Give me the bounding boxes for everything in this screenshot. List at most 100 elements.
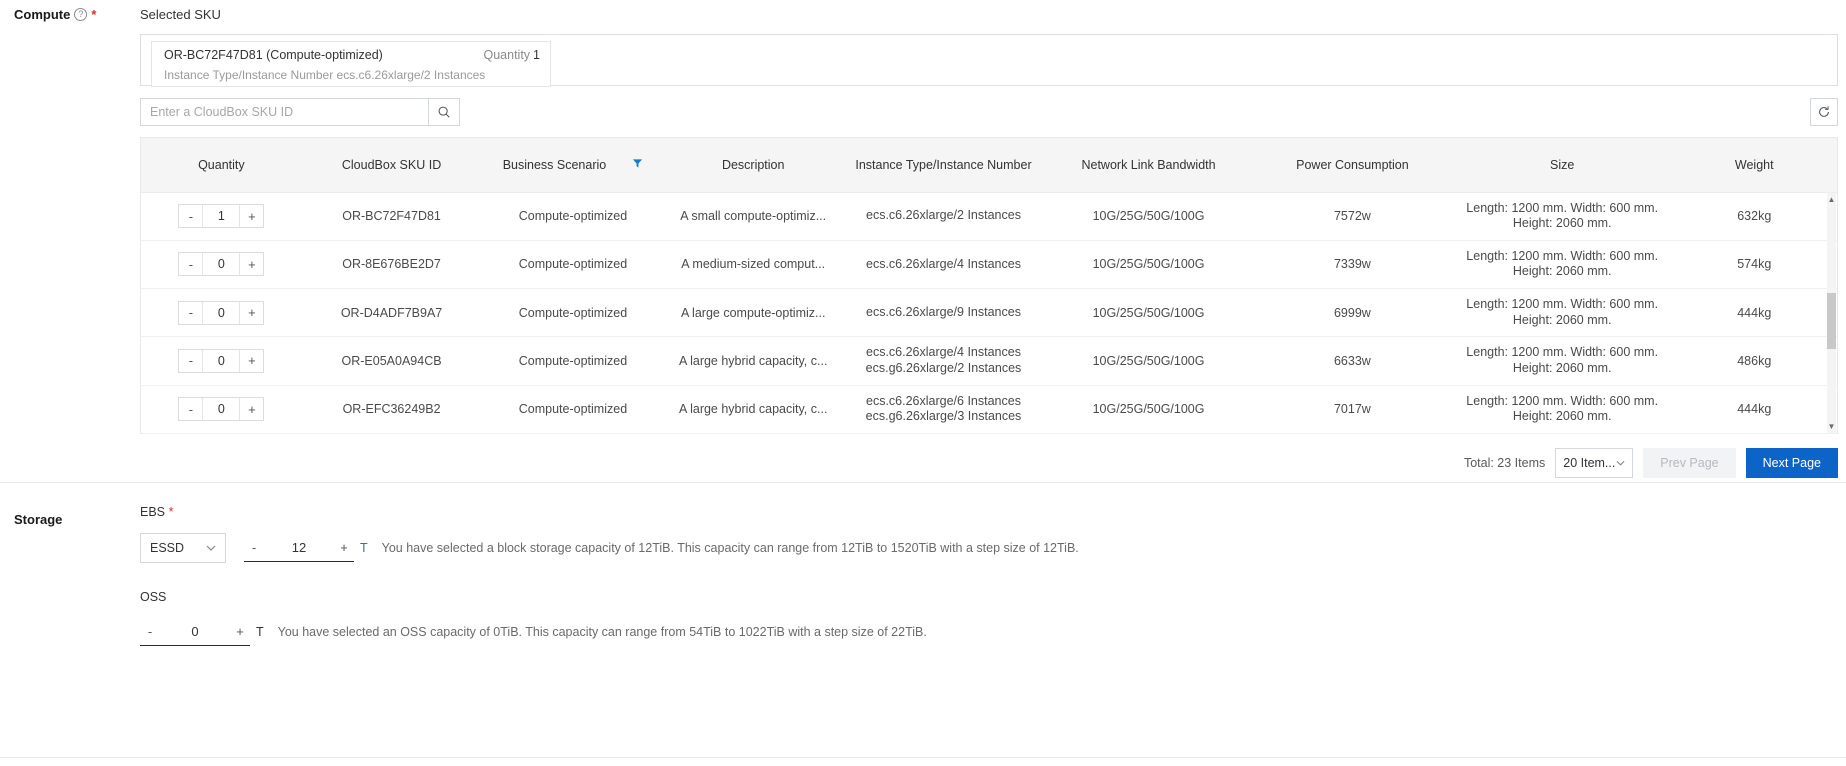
sku-table-body: - 1 + OR-BC72F47D81 Compute-optimized A … bbox=[141, 192, 1837, 434]
stepper-minus-icon[interactable]: - bbox=[179, 253, 204, 276]
cell-scenario: Compute-optimized bbox=[481, 336, 665, 386]
stepper-value[interactable]: 0 bbox=[203, 253, 239, 275]
oss-capacity-stepper[interactable]: - 0 + bbox=[140, 618, 250, 646]
col-network-bandwidth: Network Link Bandwidth bbox=[1045, 138, 1252, 193]
help-icon[interactable]: ? bbox=[74, 8, 88, 21]
oss-increment-icon[interactable]: + bbox=[230, 624, 250, 639]
storage-label-text: Storage bbox=[14, 511, 63, 527]
cell-sku-id: OR-D4ADF7B9A7 bbox=[301, 288, 482, 338]
cell-description: A large hybrid capacity, c... bbox=[664, 385, 842, 434]
table-row[interactable]: - 0 + OR-8E676BE2D7 Compute-optimized A … bbox=[141, 240, 1837, 290]
compute-section: Compute ? * Selected SKU OR-BC72F47D81 (… bbox=[0, 0, 1846, 482]
cell-quantity: - 1 + bbox=[141, 192, 302, 241]
cell-sku-id: OR-E05A0A94CB bbox=[301, 336, 482, 386]
cell-weight: 486kg bbox=[1671, 336, 1837, 386]
cell-bandwidth: 10G/25G/50G/100G bbox=[1045, 336, 1252, 386]
ebs-decrement-icon[interactable]: - bbox=[244, 540, 264, 555]
table-row[interactable]: - 0 + OR-D4ADF7B9A7 Compute-optimized A … bbox=[141, 288, 1837, 338]
cell-quantity: - 0 + bbox=[141, 288, 302, 338]
search-icon bbox=[438, 106, 450, 118]
refresh-button[interactable] bbox=[1810, 98, 1838, 126]
cell-quantity: - 0 + bbox=[141, 336, 302, 386]
compute-section-label: Compute ? * bbox=[0, 0, 140, 22]
stepper-value[interactable]: 1 bbox=[203, 205, 239, 227]
col-quantity: Quantity bbox=[141, 138, 302, 193]
stepper-plus-icon[interactable]: + bbox=[239, 398, 263, 421]
scroll-down-icon[interactable]: ▼ bbox=[1827, 421, 1836, 433]
cell-weight: 444kg bbox=[1671, 288, 1837, 338]
filter-icon[interactable] bbox=[632, 158, 643, 172]
quantity-stepper[interactable]: - 0 + bbox=[178, 397, 265, 422]
selected-sku-quantity-value: 1 bbox=[533, 48, 540, 62]
quantity-stepper[interactable]: - 0 + bbox=[178, 348, 265, 373]
selected-sku-card-top: OR-BC72F47D81 (Compute-optimized) Quanti… bbox=[164, 48, 540, 62]
ebs-type-select[interactable]: ESSD bbox=[140, 532, 226, 563]
scrollbar-thumb[interactable] bbox=[1827, 293, 1836, 349]
quantity-stepper[interactable]: - 0 + bbox=[178, 252, 265, 277]
stepper-minus-icon[interactable]: - bbox=[179, 398, 204, 421]
cell-power: 7017w bbox=[1251, 385, 1453, 434]
cell-scenario: Compute-optimized bbox=[481, 192, 665, 241]
cell-description: A medium-sized comput... bbox=[664, 240, 842, 290]
stepper-value[interactable]: 0 bbox=[203, 302, 239, 324]
col-power-consumption: Power Consumption bbox=[1251, 138, 1453, 193]
table-vertical-scrollbar[interactable]: ▲ ▼ bbox=[1827, 193, 1836, 433]
table-row[interactable]: - 0 + OR-E05A0A94CB Compute-optimized A … bbox=[141, 336, 1837, 386]
col-size: Size bbox=[1452, 138, 1672, 193]
stepper-plus-icon[interactable]: + bbox=[239, 205, 263, 228]
cell-size: Length: 1200 mm. Width: 600 mm. Height: … bbox=[1452, 385, 1672, 434]
cell-instance: ecs.c6.26xlarge/9 Instances bbox=[841, 288, 1046, 338]
cell-size: Length: 1200 mm. Width: 600 mm. Height: … bbox=[1452, 192, 1672, 241]
stepper-minus-icon[interactable]: - bbox=[179, 205, 204, 228]
stepper-plus-icon[interactable]: + bbox=[239, 253, 263, 276]
sku-table-header-row: Quantity CloudBox SKU ID Business Scenar… bbox=[141, 138, 1837, 193]
cell-size: Length: 1200 mm. Width: 600 mm. Height: … bbox=[1452, 288, 1672, 338]
oss-hint-text: You have selected an OSS capacity of 0Ti… bbox=[277, 624, 927, 639]
selected-sku-quantity: Quantity 1 bbox=[483, 48, 540, 62]
selected-sku-container: OR-BC72F47D81 (Compute-optimized) Quanti… bbox=[140, 34, 1838, 87]
next-page-button[interactable]: Next Page bbox=[1745, 447, 1838, 478]
filter-glyph bbox=[633, 159, 643, 168]
sku-table-container: Quantity CloudBox SKU ID Business Scenar… bbox=[140, 137, 1838, 434]
selected-sku-card[interactable]: OR-BC72F47D81 (Compute-optimized) Quanti… bbox=[151, 41, 551, 87]
compute-section-body: Selected SKU OR-BC72F47D81 (Compute-opti… bbox=[140, 0, 1846, 482]
cell-bandwidth: 10G/25G/50G/100G bbox=[1045, 385, 1252, 434]
ebs-capacity-value[interactable]: 12 bbox=[264, 540, 334, 555]
sku-search-row bbox=[140, 98, 1838, 126]
cell-bandwidth: 10G/25G/50G/100G bbox=[1045, 240, 1252, 290]
prev-page-button[interactable]: Prev Page bbox=[1643, 447, 1736, 478]
stepper-value[interactable]: 0 bbox=[203, 398, 239, 420]
stepper-value[interactable]: 0 bbox=[203, 350, 239, 372]
selected-sku-label: Selected SKU bbox=[140, 7, 221, 22]
cell-description: A small compute-optimiz... bbox=[664, 192, 842, 241]
storage-section-label: Storage bbox=[0, 505, 140, 527]
page-size-select[interactable]: 20 Item... bbox=[1555, 447, 1634, 478]
selected-sku-title: OR-BC72F47D81 (Compute-optimized) bbox=[164, 48, 383, 62]
oss-capacity-value[interactable]: 0 bbox=[160, 624, 230, 639]
stepper-plus-icon[interactable]: + bbox=[239, 349, 263, 372]
stepper-minus-icon[interactable]: - bbox=[179, 349, 204, 372]
stepper-plus-icon[interactable]: + bbox=[239, 301, 263, 324]
cell-weight: 632kg bbox=[1671, 192, 1837, 241]
refresh-icon bbox=[1819, 106, 1829, 117]
col-business-scenario-inner: Business Scenario bbox=[487, 158, 658, 172]
scroll-up-icon[interactable]: ▲ bbox=[1827, 193, 1836, 205]
ebs-hint-text: You have selected a block storage capaci… bbox=[381, 540, 1079, 555]
table-row[interactable]: - 0 + OR-EFC36249B2 Compute-optimized A … bbox=[141, 385, 1837, 434]
required-asterisk: * bbox=[91, 7, 97, 22]
ebs-capacity-stepper[interactable]: - 12 + bbox=[244, 534, 354, 562]
sku-search-box bbox=[140, 98, 460, 126]
search-input[interactable] bbox=[140, 98, 428, 126]
chevron-down-icon bbox=[206, 545, 216, 551]
selected-sku-quantity-label: Quantity bbox=[483, 48, 531, 62]
table-row[interactable]: - 1 + OR-BC72F47D81 Compute-optimized A … bbox=[141, 192, 1837, 241]
cell-quantity: - 0 + bbox=[141, 385, 302, 434]
stepper-minus-icon[interactable]: - bbox=[179, 301, 204, 324]
oss-decrement-icon[interactable]: - bbox=[140, 624, 160, 639]
search-button[interactable] bbox=[428, 98, 460, 126]
quantity-stepper[interactable]: - 0 + bbox=[178, 300, 265, 325]
cell-instance: ecs.c6.26xlarge/4 Instances bbox=[841, 240, 1046, 290]
col-description: Description bbox=[664, 138, 842, 193]
ebs-increment-icon[interactable]: + bbox=[334, 540, 354, 555]
quantity-stepper[interactable]: - 1 + bbox=[178, 204, 265, 229]
